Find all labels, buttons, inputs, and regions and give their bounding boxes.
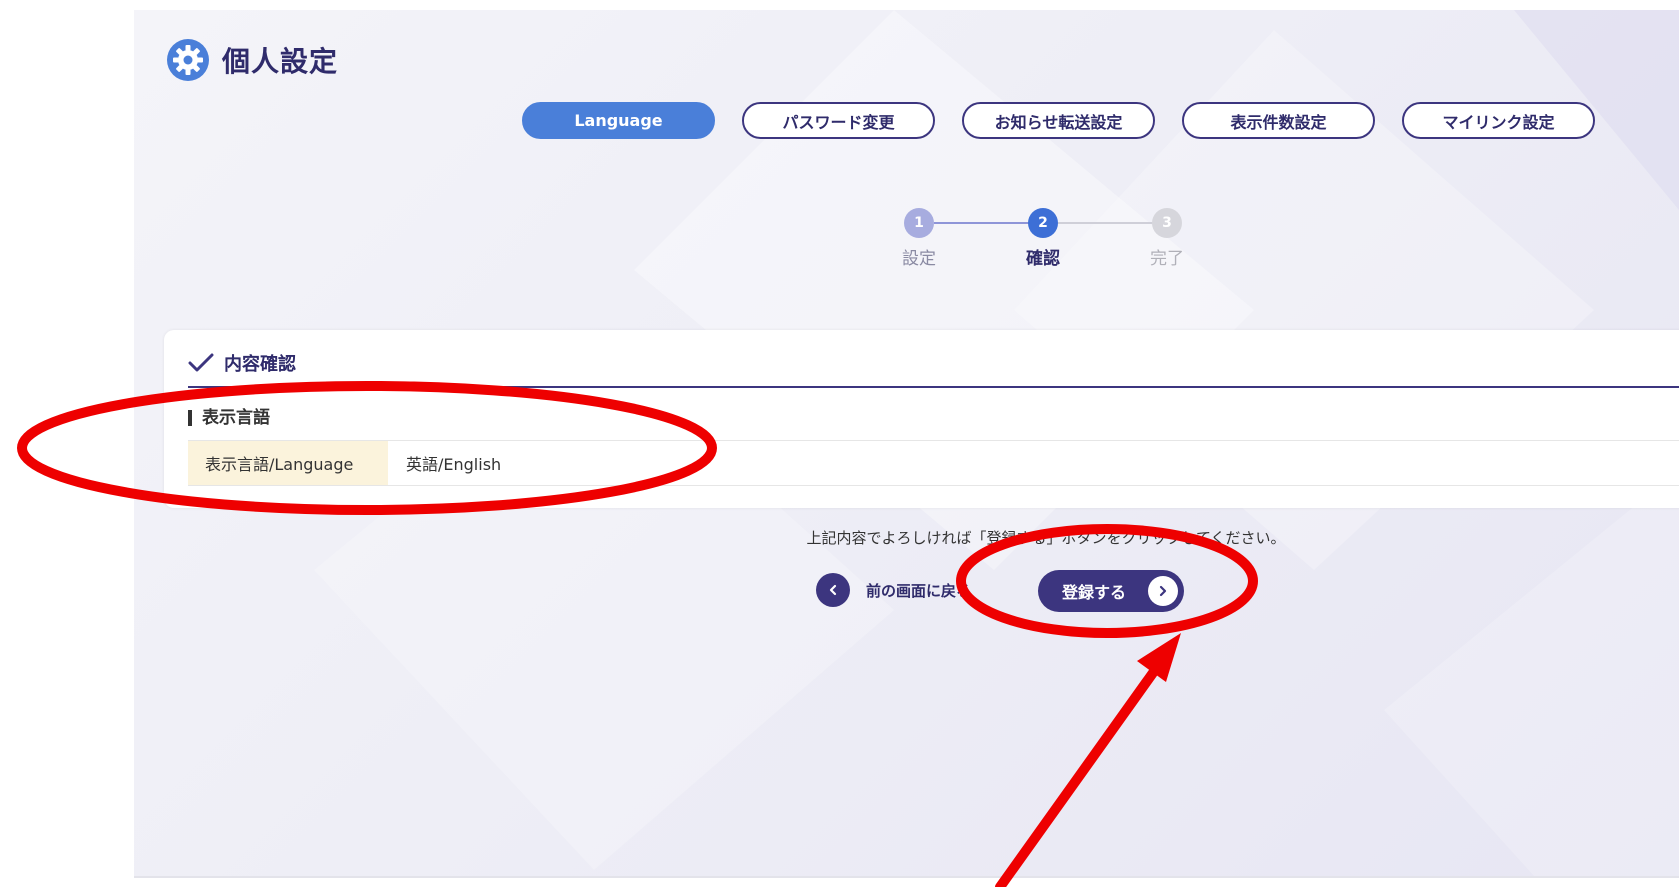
step-number: 1 bbox=[904, 208, 934, 238]
page-bottom-border bbox=[134, 876, 1679, 878]
tab-language[interactable]: Language bbox=[522, 102, 715, 139]
page-header: 個人設定 bbox=[166, 38, 338, 82]
row-label: 表示言語/Language bbox=[188, 441, 388, 485]
tab-my-links[interactable]: マイリンク設定 bbox=[1402, 102, 1595, 139]
step-settings: 1 設定 bbox=[879, 208, 959, 269]
chevron-right-icon bbox=[1148, 576, 1178, 606]
step-complete: 3 完了 bbox=[1127, 208, 1207, 269]
step-label: 確認 bbox=[1026, 249, 1060, 269]
instruction-text: 上記内容でよろしければ「登録する」ボタンをクリックしてください。 bbox=[806, 529, 1286, 547]
page-title: 個人設定 bbox=[222, 45, 339, 78]
gear-icon bbox=[167, 39, 209, 81]
tab-password[interactable]: パスワード変更 bbox=[742, 102, 935, 139]
card-header: 内容確認 bbox=[188, 340, 1679, 388]
step-confirm: 2 確認 bbox=[1003, 208, 1083, 269]
tab-display-count[interactable]: 表示件数設定 bbox=[1182, 102, 1375, 139]
settings-tabs: Language パスワード変更 お知らせ転送設定 表示件数設定 マイリンク設定 bbox=[522, 102, 1622, 139]
info-table-row: 表示言語/Language 英語/English bbox=[188, 440, 1679, 486]
progress-stepper: 1 設定 2 確認 3 完了 bbox=[879, 208, 1184, 278]
step-label: 完了 bbox=[1150, 249, 1184, 269]
step-number: 3 bbox=[1152, 208, 1182, 238]
confirm-card: 内容確認 表示言語 表示言語/Language 英語/English bbox=[164, 330, 1679, 508]
settings-page: 個人設定 Language パスワード変更 お知らせ転送設定 表示件数設定 マイ… bbox=[134, 10, 1679, 876]
back-label: 前の画面に戻る bbox=[866, 581, 972, 600]
chevron-left-icon bbox=[816, 573, 850, 607]
register-button[interactable]: 登録する bbox=[1038, 570, 1184, 612]
row-value: 英語/English bbox=[406, 455, 502, 474]
back-button[interactable]: 前の画面に戻る bbox=[816, 573, 971, 607]
card-title: 内容確認 bbox=[224, 354, 296, 375]
tab-notification-forwarding[interactable]: お知らせ転送設定 bbox=[962, 102, 1155, 139]
step-number: 2 bbox=[1028, 208, 1058, 238]
section-title: 表示言語 bbox=[188, 410, 270, 427]
register-label: 登録する bbox=[1062, 583, 1127, 602]
step-label: 設定 bbox=[902, 249, 936, 269]
left-gutter bbox=[0, 0, 134, 887]
check-icon bbox=[188, 353, 214, 372]
